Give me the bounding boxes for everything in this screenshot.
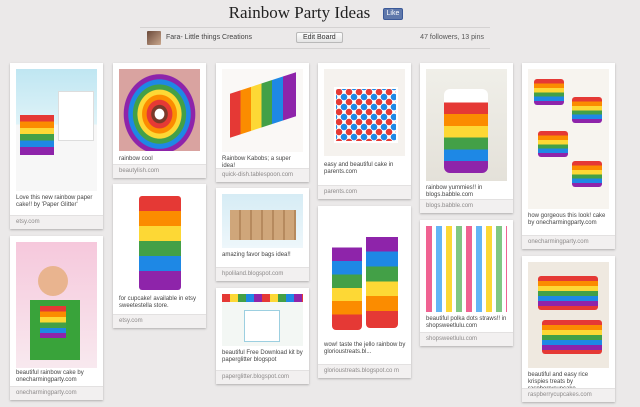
pin-image[interactable] [528,69,609,209]
pin-image[interactable] [119,190,200,292]
pin-image[interactable] [528,262,609,368]
pin-card[interactable]: easy and beautiful cake in parents.com p… [318,63,411,199]
cake-slice [572,97,602,123]
pin-image[interactable] [222,69,303,152]
pin-source[interactable]: parents.com [318,185,411,199]
pin-source[interactable]: raspberrycupcakes.com [522,388,615,402]
pin-image[interactable] [324,212,405,338]
pin-image[interactable] [426,226,507,312]
pin-card[interactable]: rainbow cool beautylish.com [113,63,206,178]
pin-description: beautiful polka dots straws!! in shopswe… [426,316,507,329]
pin-card[interactable]: beautiful and easy rice krispies treats … [522,256,615,402]
board-info-bar: Fara- Little things Creations Edit Board… [140,27,490,49]
pin-description: for cupcake! available in etsy sweeteste… [119,296,197,309]
board-title-text: Rainbow Party Ideas [228,3,371,22]
pin-card[interactable]: beautiful polka dots straws!! in shopswe… [420,220,513,346]
pin-card[interactable]: beautiful rainbow cake by onecharmingpar… [10,236,103,400]
pin-card[interactable]: rainbow yummies!! in blogs.babble.com bl… [420,63,513,213]
cupcake-liners-stack [139,196,181,290]
pin-description: rainbow cool [119,156,153,162]
pin-description: beautiful Free Download kit by paperglit… [222,350,303,363]
pin-description: beautiful rainbow cake by onecharmingpar… [16,370,84,383]
pin-image[interactable] [324,69,405,156]
pin-card[interactable]: Rainbow Kabobs; a super idea! quick-dish… [216,63,309,182]
polka-dot-cake [334,87,398,143]
invitation-card [58,91,94,141]
pin-card[interactable]: amazing favor bags idea!! hpoliland.blog… [216,188,309,281]
rice-krispie-treat [538,276,598,310]
pin-source[interactable]: shopsweetlulu.com [420,332,513,346]
pin-image[interactable] [222,294,303,346]
pin-source[interactable]: quick-dish.tablespoon.com [216,168,309,182]
bunting-banner [222,294,303,302]
pin-card[interactable]: beautiful Free Download kit by paperglit… [216,288,309,384]
pin-source[interactable]: glorioustreats.blogspot.co m [318,364,411,378]
board-stats: 47 followers, 13 pins [420,34,484,41]
pin-image[interactable] [16,69,97,191]
pin-source[interactable]: paperglitter.blogspot.com [216,370,309,384]
printable-card [244,310,280,342]
pin-description: how gorgeous this look! cake by onecharm… [528,213,606,226]
pin-description: rainbow yummies!! in blogs.babble.com [426,185,483,198]
edit-board-button[interactable]: Edit Board [296,32,343,43]
pin-description: amazing favor bags idea!! [222,252,291,258]
cake-slice [538,131,568,157]
pin-source[interactable]: blogs.babble.com [420,199,513,213]
pin-card[interactable]: Love this new rainbow paper cake!! by 'P… [10,63,103,229]
cake-slice [572,161,602,187]
avatar[interactable] [147,31,161,45]
rainbow-cake-slice [40,306,66,338]
jello-glass [366,222,398,328]
board-title: Rainbow Party Ideas Like [0,3,640,23]
pin-source[interactable]: etsy.com [10,215,103,229]
pin-card[interactable]: how gorgeous this look! cake by onecharm… [522,63,615,249]
pin-source[interactable]: beautylish.com [113,164,206,178]
pin-card[interactable]: wow! taste the jello rainbow by glorious… [318,206,411,378]
pin-source[interactable]: onecharmingparty.com [10,386,103,400]
jello-glass [332,234,362,330]
pin-source[interactable]: hpoliland.blogspot.com [216,267,309,281]
pin-description: easy and beautiful cake in parents.com [324,162,394,175]
pin-image[interactable] [16,242,97,368]
pin-image[interactable] [426,69,507,181]
pin-image[interactable] [222,194,303,248]
pin-card[interactable]: for cupcake! available in etsy sweeteste… [113,184,206,328]
fruit-kabobs [230,72,296,138]
rainbow-cake-slice [20,115,54,155]
pin-description: wow! taste the jello rainbow by glorious… [324,342,406,355]
pin-description: Love this new rainbow paper cake!! by 'P… [16,195,93,208]
rainbow-jar [444,89,488,173]
pin-source[interactable]: onecharmingparty.com [522,235,615,249]
cake-slice [534,79,564,105]
girl-face [38,266,68,296]
favor-bags [230,210,296,240]
board-owner-name[interactable]: Fara- Little things Creations [166,34,252,41]
rice-krispie-treat [542,320,602,354]
facebook-like-button[interactable]: Like [382,8,404,20]
pin-source[interactable]: etsy.com [113,314,206,328]
pin-image[interactable] [119,69,200,151]
